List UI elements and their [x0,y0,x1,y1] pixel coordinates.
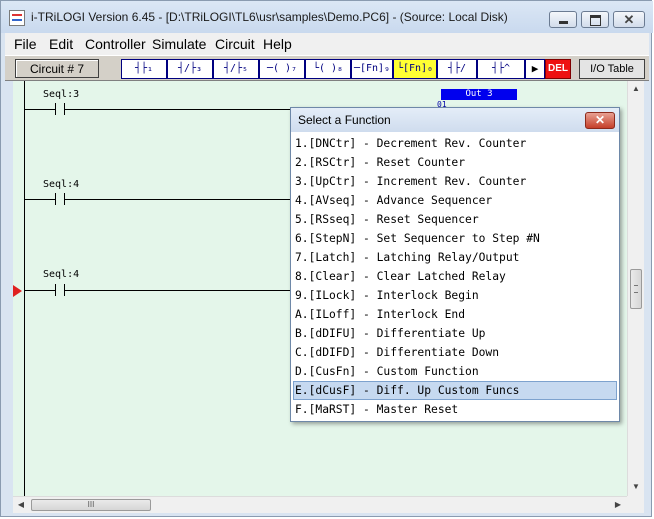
window-title: i-TRiLOGI Version 6.45 - [D:\TRiLOGI\TL6… [31,10,508,24]
tool-play-icon[interactable]: ▶ [525,59,545,79]
function-item-cusfn[interactable]: D.[CusFn] - Custom Function [293,362,617,381]
rung-1-wire-right [65,109,291,110]
tool-parallel-nc-contact[interactable]: ┤/├₅ [213,59,259,79]
function-item-rsctr[interactable]: 2.[RSCtr] - Reset Counter [293,153,617,172]
function-item-rsseq[interactable]: 5.[RSseq] - Reset Sequencer [293,210,617,229]
tool-invert-contact[interactable]: ┤├/ [437,59,477,79]
close-icon: ✕ [594,113,606,127]
scroll-corner [627,496,644,513]
dialog-title-bar: Select a Function ✕ [291,108,619,132]
rung-1-contact-label: Seql:3 [43,89,80,100]
function-item-dnctr[interactable]: 1.[DNCtr] - Decrement Rev. Counter [293,134,617,153]
tool-edge-contact[interactable]: ┤├^ [477,59,525,79]
rung-2-wire-right [65,199,291,200]
function-item-ddifu[interactable]: B.[dDIFU] - Differentiate Up [293,324,617,343]
scroll-left-arrow-icon[interactable]: ◀ [13,497,29,513]
rung-1-contact[interactable] [55,103,65,115]
delete-button[interactable]: DEL [545,59,571,79]
function-item-clear[interactable]: 8.[Clear] - Clear Latched Relay [293,267,617,286]
function-item-latch[interactable]: 7.[Latch] - Latching Relay/Output [293,248,617,267]
horizontal-scrollbar[interactable]: ◀ III ▶ [13,496,627,513]
io-table-button[interactable]: I/O Table [579,59,645,79]
rung-3-wire-left [25,290,55,291]
tool-parallel-function[interactable]: └[Fn]₀ [393,59,437,79]
menu-bar: File Edit Controller Simulate Circuit He… [5,33,649,55]
function-item-ilock[interactable]: 9.[ILock] - Interlock Begin [293,286,617,305]
scroll-up-arrow-icon[interactable]: ▲ [628,81,644,97]
function-item-ddifd[interactable]: C.[dDIFD] - Differentiate Down [293,343,617,362]
select-function-dialog: Select a Function ✕ 1.[DNCtr] - Decremen… [290,107,620,422]
close-button[interactable]: ✕ [613,11,645,28]
rung-1-wire-left [25,109,55,110]
rung-3-contact-label: Seql:4 [43,269,80,280]
tool-function[interactable]: ─[Fn]₉ [351,59,393,79]
menu-circuit[interactable]: Circuit [215,36,255,52]
tool-parallel-coil[interactable]: └( )₈ [305,59,351,79]
function-item-upctr[interactable]: 3.[UpCtr] - Increment Rev. Counter [293,172,617,191]
menu-help[interactable]: Help [263,36,292,52]
app-icon [9,10,25,26]
circuit-number-button[interactable]: Circuit # 7 [15,59,99,78]
minimize-button[interactable] [549,11,577,28]
power-rail [24,81,25,496]
menu-file[interactable]: File [14,36,37,52]
maximize-button[interactable] [581,11,609,28]
function-item-stepn[interactable]: 6.[StepN] - Set Sequencer to Step #N [293,229,617,248]
rung-2-contact[interactable] [55,193,65,205]
rung-3-wire-right [65,290,291,291]
tool-parallel-contact[interactable]: ┤/├₃ [167,59,213,79]
horizontal-scroll-thumb[interactable]: III [31,499,151,511]
rung-2-contact-label: Seql:4 [43,179,80,190]
vertical-scroll-thumb[interactable] [630,269,642,309]
current-rung-marker-icon [13,285,22,297]
function-item-iloff[interactable]: A.[ILoff] - Interlock End [293,305,617,324]
function-item-dcusf[interactable]: E.[dCusF] - Diff. Up Custom Funcs [293,381,617,400]
output-label: Out 3 [441,89,517,100]
dialog-close-button[interactable]: ✕ [585,112,615,129]
tool-normally-open-contact[interactable]: ┤├₁ [121,59,167,79]
function-item-marst[interactable]: F.[MaRST] - Master Reset [293,400,617,419]
scroll-down-arrow-icon[interactable]: ▼ [628,479,644,495]
scroll-right-arrow-icon[interactable]: ▶ [610,497,626,513]
rung-2-wire-left [25,199,55,200]
function-item-avseq[interactable]: 4.[AVseq] - Advance Sequencer [293,191,617,210]
close-icon: ✕ [623,12,635,27]
vertical-scrollbar[interactable]: ▲ ▼ [627,81,644,496]
menu-edit[interactable]: Edit [49,36,73,52]
dialog-title: Select a Function [298,113,391,127]
title-bar: i-TRiLOGI Version 6.45 - [D:\TRiLOGI\TL6… [1,1,653,33]
main-window: i-TRiLOGI Version 6.45 - [D:\TRiLOGI\TL6… [0,0,653,517]
toolbar: Circuit # 7 ┤├₁ ┤/├₃ ┤/├₅ ─( )₇ └( )₈ ─[… [5,55,649,81]
menu-controller[interactable]: Controller [85,36,146,52]
tool-coil[interactable]: ─( )₇ [259,59,305,79]
rung-3-contact[interactable] [55,284,65,296]
menu-simulate[interactable]: Simulate [152,36,206,52]
